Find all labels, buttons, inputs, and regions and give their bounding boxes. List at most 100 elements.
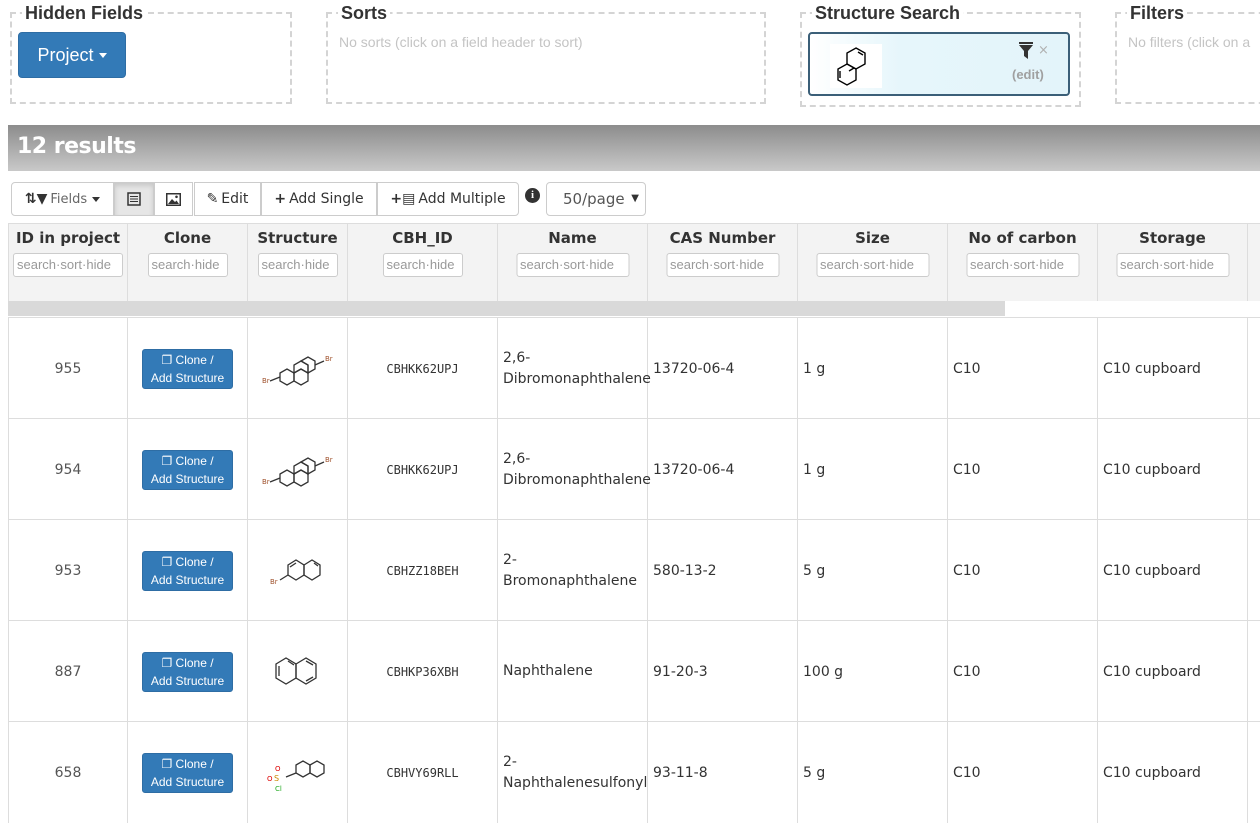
cell-id: 954 xyxy=(8,419,128,520)
cell-cbh: CBHKP36XBH xyxy=(348,621,498,722)
column-filter-input[interactable]: search·sort·hide xyxy=(516,253,629,277)
cell-id: 658 xyxy=(8,722,128,823)
clone-label: ❐ Clone / xyxy=(143,452,232,470)
add-structure-label: Add Structure xyxy=(150,572,225,587)
column-filter-input[interactable]: search·sort·hide xyxy=(966,253,1079,277)
compound-name-line2: Bromonaphthalene xyxy=(503,572,637,589)
column-header-cbh[interactable]: CBH_ID search·hide xyxy=(348,223,498,301)
filter-icon[interactable] xyxy=(1018,42,1034,60)
structure-search-box[interactable]: × (edit) xyxy=(808,32,1070,96)
clone-add-structure-button[interactable]: ❐ Clone / Add Structure xyxy=(142,651,233,692)
add-single-button[interactable]: + Add Single xyxy=(261,182,377,216)
cell-cbh: CBHZZ18BEH xyxy=(348,520,498,621)
column-title: Structure xyxy=(257,229,338,247)
structure-image: S O O Cl xyxy=(248,722,348,823)
column-header-struct[interactable]: Structure search·hide xyxy=(248,223,348,301)
column-title: Clone xyxy=(163,229,212,247)
compound-name-line2: Naphthalenesulfonyl xyxy=(503,774,648,791)
add-structure-label: Add Structure xyxy=(150,774,225,789)
project-dropdown-button[interactable]: Project xyxy=(18,32,126,78)
close-icon[interactable]: × xyxy=(1038,43,1049,58)
column-header-cas[interactable]: CAS Number search·sort·hide xyxy=(648,223,798,301)
column-filter-input[interactable]: search·sort·hide xyxy=(816,253,929,277)
column-title: CAS Number xyxy=(669,229,776,247)
cell-cas: 91-20-3 xyxy=(648,621,798,722)
cell-size: 1 g xyxy=(798,318,948,419)
table-row[interactable]: 658 ❐ Clone / Add Structure S O O Cl CBHVY69RLL… xyxy=(8,721,1260,823)
table-row[interactable]: 955 ❐ Clone / Add Structure Br Br CBHKK62UPJ 2… xyxy=(8,317,1260,419)
compound-name: 2,6- Dibromonaphthalene xyxy=(503,449,651,491)
edit-button[interactable]: ✎ Edit xyxy=(194,182,261,216)
table-row[interactable]: 954 ❐ Clone / Add Structure Br Br CBHKK62UPJ 2… xyxy=(8,418,1260,520)
add-structure-label: Add Structure xyxy=(150,471,225,486)
cell-cas: 13720-06-4 xyxy=(648,419,798,520)
column-filter-input[interactable]: search·hide xyxy=(257,253,338,277)
fields-label: Fields xyxy=(50,191,88,207)
svg-text:Br: Br xyxy=(262,478,270,486)
cell-carbon: C10 xyxy=(948,419,1098,520)
info-icon[interactable]: i xyxy=(525,188,540,203)
clone-add-structure-button[interactable]: ❐ Clone / Add Structure xyxy=(142,449,233,490)
per-page-select[interactable]: 50/page ▼ xyxy=(546,182,646,216)
column-header-name[interactable]: Name search·sort·hide xyxy=(498,223,648,301)
results-bar: 12 results xyxy=(8,125,1260,171)
table-row[interactable]: 953 ❐ Clone / Add Structure Br CBHZZ18BEH 2- B… xyxy=(8,519,1260,621)
clone-add-structure-button[interactable]: ❐ Clone / Add Structure xyxy=(142,550,233,591)
table-row[interactable]: 887 ❐ Clone / Add Structure CBHKP36XBH Napht… xyxy=(8,620,1260,722)
filters-hint: No filters (click on a xyxy=(1128,34,1251,50)
add-multiple-button[interactable]: +▤ Add Multiple xyxy=(377,182,519,216)
clone-add-structure-button[interactable]: ❐ Clone / Add Structure xyxy=(142,348,233,389)
pencil-icon: ✎ xyxy=(206,191,219,207)
clone-label: ❐ Clone / xyxy=(143,654,232,672)
column-header-carbon[interactable]: No of carbon search·sort·hide xyxy=(948,223,1098,301)
compound-name: 2- Bromonaphthalene xyxy=(503,550,637,592)
add-structure-label: Add Structure xyxy=(150,673,225,688)
svg-text:Br: Br xyxy=(270,578,278,586)
cell-storage: C10 cupboard xyxy=(1098,520,1248,621)
compound-name-line1: 2- xyxy=(503,753,517,770)
column-header-more xyxy=(1248,223,1260,301)
clone-text: Clone / xyxy=(175,655,214,670)
column-filter-input[interactable]: search·hide xyxy=(147,253,228,277)
image-view-button[interactable] xyxy=(154,182,193,216)
cell-size: 5 g xyxy=(798,722,948,823)
scrollbar-thumb[interactable] xyxy=(8,301,1005,316)
results-count: 12 results xyxy=(17,134,136,159)
column-filter-input[interactable]: search·sort·hide xyxy=(13,253,123,277)
column-filter-input[interactable]: search·sort·hide xyxy=(1116,253,1229,277)
copy-icon: ❐ xyxy=(161,655,176,670)
column-header-id[interactable]: ID in project search·sort·hide xyxy=(8,223,128,301)
cell-name: 2,6- Dibromonaphthalene xyxy=(498,419,651,520)
column-header-size[interactable]: Size search·sort·hide xyxy=(798,223,948,301)
structure-image: Br Br xyxy=(248,419,348,520)
structure-edit-link[interactable]: (edit) xyxy=(1012,67,1044,82)
fields-dropdown-button[interactable]: ⇅▼ Fields xyxy=(11,182,114,216)
caret-down-icon xyxy=(92,196,101,202)
horizontal-scrollbar[interactable] xyxy=(8,301,1260,317)
column-header-storage[interactable]: Storage search·sort·hide xyxy=(1098,223,1248,301)
add-multiple-label: Add Multiple xyxy=(418,191,506,207)
list-view-button[interactable] xyxy=(114,182,154,216)
cell-carbon: C10 xyxy=(948,520,1098,621)
cell-name: 2,6- Dibromonaphthalene xyxy=(498,318,651,419)
clone-add-structure-button[interactable]: ❐ Clone / Add Structure xyxy=(142,752,233,793)
filters-panel: Filters No filters (click on a xyxy=(1115,2,1260,104)
sorts-title: Sorts xyxy=(338,2,391,24)
cell-storage: C10 cupboard xyxy=(1098,621,1248,722)
cell-clone: ❐ Clone / Add Structure xyxy=(128,722,248,823)
compound-name-line1: 2- xyxy=(503,551,517,568)
cell-name: 2- Bromonaphthalene xyxy=(498,520,648,621)
cell-storage: C10 cupboard xyxy=(1098,419,1248,520)
structure-image xyxy=(248,621,348,722)
cell-carbon: C10 xyxy=(948,318,1098,419)
column-header-clone[interactable]: Clone search·hide xyxy=(128,223,248,301)
per-page-value: 50/page xyxy=(563,190,625,208)
cell-clone: ❐ Clone / Add Structure xyxy=(128,318,248,419)
cell-cas: 93-11-8 xyxy=(648,722,798,823)
cell-storage: C10 cupboard xyxy=(1098,318,1248,419)
cell-size: 100 g xyxy=(798,621,948,722)
column-filter-input[interactable]: search·sort·hide xyxy=(666,253,779,277)
column-filter-input[interactable]: search·hide xyxy=(382,253,463,277)
cell-cas: 13720-06-4 xyxy=(648,318,798,419)
column-title: Size xyxy=(855,229,890,247)
